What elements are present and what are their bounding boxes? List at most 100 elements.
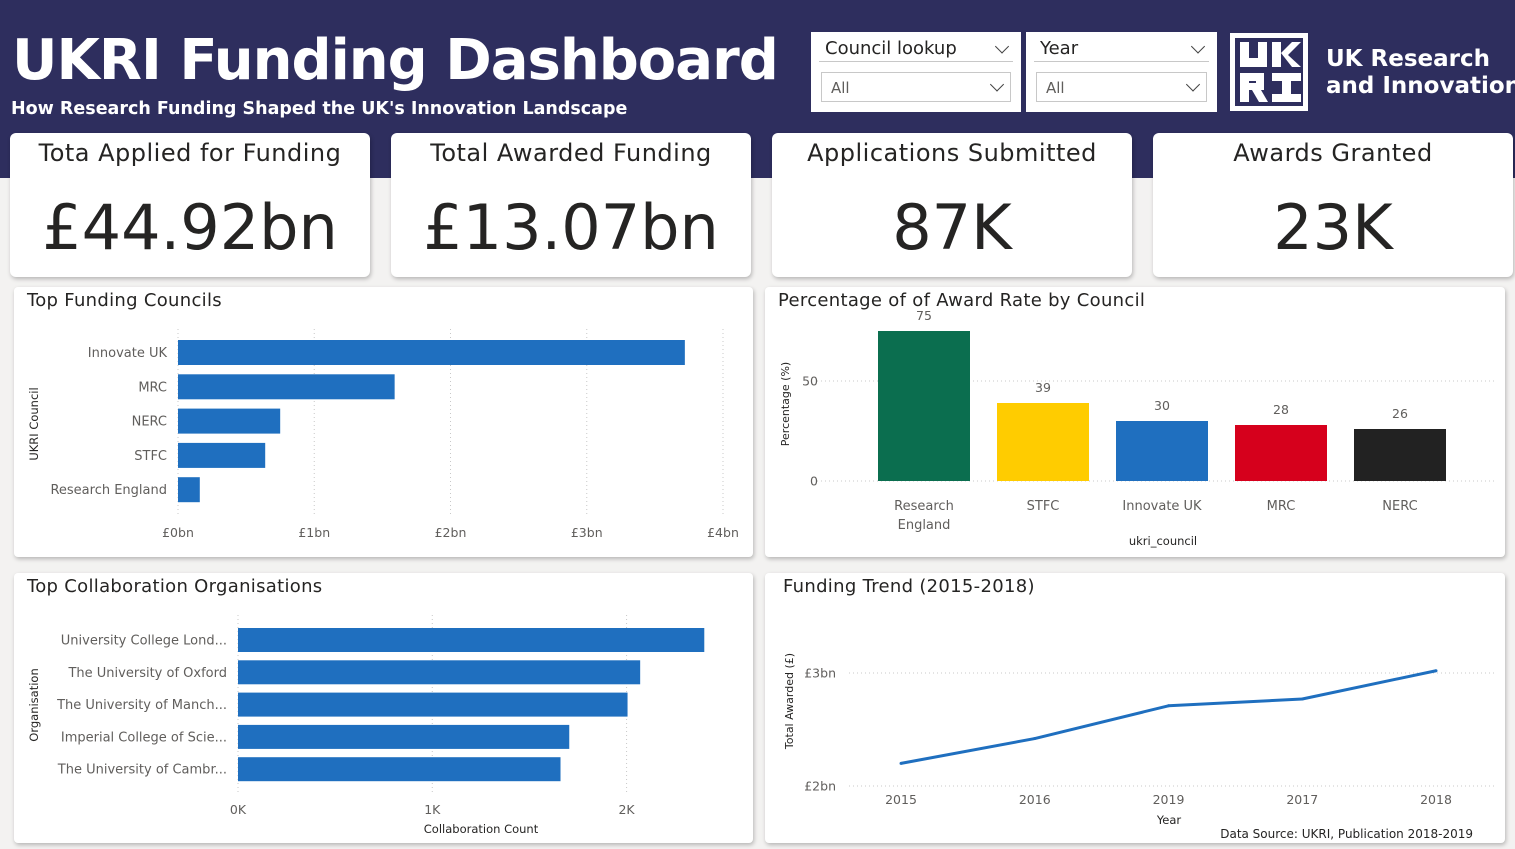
category-label: Research	[894, 499, 954, 514]
category-label: The University of Manch...	[56, 698, 227, 713]
x-tick-label: 2016	[1019, 792, 1051, 807]
kpi-card-awards: Awards Granted 23K	[1153, 133, 1513, 277]
y-tick-label: £2bn	[804, 779, 836, 794]
kpi-value: 23K	[1273, 191, 1393, 264]
x-axis-title: Year	[1156, 813, 1182, 827]
bar	[878, 331, 970, 481]
x-tick-label: 2015	[885, 792, 917, 807]
year-slicer: Year All	[1026, 32, 1217, 112]
funding-trend-chart: £2bn £3bn 2015 2016 2019 2017 2018 Total Awarde…	[783, 653, 1494, 827]
category-label: Innovate UK	[1122, 499, 1202, 514]
x-tick-label: £3bn	[571, 525, 603, 540]
award-rate-chart: 0 50 75 Research England 39 STFC 30 Innovate UK 2…	[779, 308, 1497, 548]
bar	[178, 477, 200, 503]
bar	[178, 442, 266, 468]
category-label: The University of Oxford	[67, 666, 227, 681]
category-label: NERC	[1382, 499, 1417, 514]
kpi-card-awarded: Total Awarded Funding £13.07bn	[391, 133, 751, 277]
chevron-down-icon	[989, 77, 1005, 92]
year-select-value: All	[1046, 79, 1065, 97]
y-axis-title: Organisation	[27, 668, 41, 741]
category-label: STFC	[1027, 499, 1060, 514]
top-funding-councils-chart: £0bn £1bn £2bn £3bn £4bn Innovate UK MRC NERC ST…	[27, 329, 739, 540]
chevron-down-icon	[1190, 38, 1206, 54]
kpi-value: £13.07bn	[423, 191, 719, 264]
y-tick-label: 0	[810, 474, 818, 489]
y-axis-title: Total Awarded (£)	[783, 653, 796, 750]
x-tick-label: 1K	[424, 802, 441, 817]
bar	[1235, 425, 1327, 481]
council-slicer-header[interactable]: Council lookup	[819, 36, 1013, 62]
category-label: MRC	[138, 380, 167, 395]
data-label: 28	[1273, 402, 1289, 417]
data-label: 30	[1154, 398, 1170, 413]
data-point	[1434, 669, 1438, 673]
bar	[1354, 429, 1446, 481]
council-select-value: All	[831, 79, 850, 97]
x-axis-title: Collaboration Count	[424, 822, 539, 836]
ukri-logo-text: UK Research and Innovation	[1326, 46, 1515, 100]
series-line	[900, 669, 1437, 765]
bar	[997, 403, 1089, 481]
kpi-label: Applications Submitted	[807, 139, 1097, 167]
kpi-label: Awards Granted	[1233, 139, 1433, 167]
bar	[178, 374, 395, 400]
category-label: The University of Cambr...	[57, 763, 227, 778]
data-point	[1167, 704, 1170, 708]
top-funding-councils-panel: Top Funding Councils £0bn £1bn £2bn £3bn £4b…	[14, 287, 753, 557]
bar	[238, 757, 561, 782]
bar	[238, 724, 570, 749]
year-slicer-header[interactable]: Year	[1034, 36, 1209, 62]
category-label: STFC	[134, 449, 167, 464]
kpi-card-applied: Tota Applied for Funding £44.92bn	[10, 133, 370, 277]
x-tick-label: 2018	[1420, 792, 1452, 807]
x-tick-label: 2K	[618, 802, 635, 817]
ukri-logo: UK Research and Innovation	[1223, 31, 1515, 113]
kpi-value: 87K	[892, 191, 1012, 264]
category-label: NERC	[132, 415, 167, 430]
y-tick-label: £3bn	[804, 666, 836, 681]
x-axis-title: ukri_council	[1129, 534, 1197, 548]
data-source-note: Data Source: UKRI, Publication 2018-2019	[1220, 827, 1473, 841]
data-label: 39	[1035, 380, 1051, 395]
funding-trend-panel: Funding Trend (2015-2018) £2bn £3bn 2015 20…	[765, 573, 1505, 843]
x-tick-label: £2bn	[435, 525, 467, 540]
category-label: Research England	[50, 483, 167, 498]
dashboard-title: UKRI Funding Dashboard	[12, 28, 779, 93]
logo-line-2: and Innovation	[1326, 73, 1515, 99]
data-point	[1033, 737, 1037, 741]
bar	[238, 628, 705, 652]
category-label: University College Lond...	[61, 634, 227, 649]
dashboard-subtitle: How Research Funding Shaped the UK's Inn…	[11, 99, 628, 119]
x-tick-label: 2017	[1286, 792, 1318, 807]
bar	[238, 660, 641, 685]
kpi-card-applications: Applications Submitted 87K	[772, 133, 1132, 277]
logo-line-1: UK Research	[1326, 46, 1490, 72]
chevron-down-icon	[994, 38, 1010, 54]
bar	[178, 408, 281, 434]
kpi-label: Total Awarded Funding	[430, 139, 712, 167]
chevron-down-icon	[1185, 77, 1201, 92]
top-collaboration-panel: Top Collaboration Organisations 0K 1K 2K Un…	[14, 573, 753, 843]
data-point	[1300, 697, 1304, 701]
x-tick-label: 2019	[1153, 792, 1185, 807]
category-label: MRC	[1267, 499, 1296, 514]
category-label: Imperial College of Scie...	[61, 730, 227, 745]
year-select[interactable]: All	[1036, 72, 1207, 102]
y-tick-label: 50	[802, 374, 818, 389]
y-axis-title: UKRI Council	[27, 387, 41, 460]
bar	[1116, 421, 1208, 481]
x-tick-label: £1bn	[298, 525, 330, 540]
data-label: 26	[1392, 406, 1408, 421]
council-select[interactable]: All	[821, 72, 1011, 102]
data-point	[899, 761, 903, 765]
x-tick-label: 0K	[230, 802, 247, 817]
bar	[178, 340, 685, 365]
council-slicer: Council lookup All	[811, 32, 1021, 112]
kpi-value: £44.92bn	[42, 191, 338, 264]
x-tick-label: £4bn	[707, 525, 739, 540]
kpi-label: Tota Applied for Funding	[38, 139, 342, 167]
data-label: 75	[916, 308, 932, 323]
category-label: England	[898, 518, 951, 533]
award-rate-panel: Percentage of of Award Rate by Council 0…	[765, 287, 1505, 557]
